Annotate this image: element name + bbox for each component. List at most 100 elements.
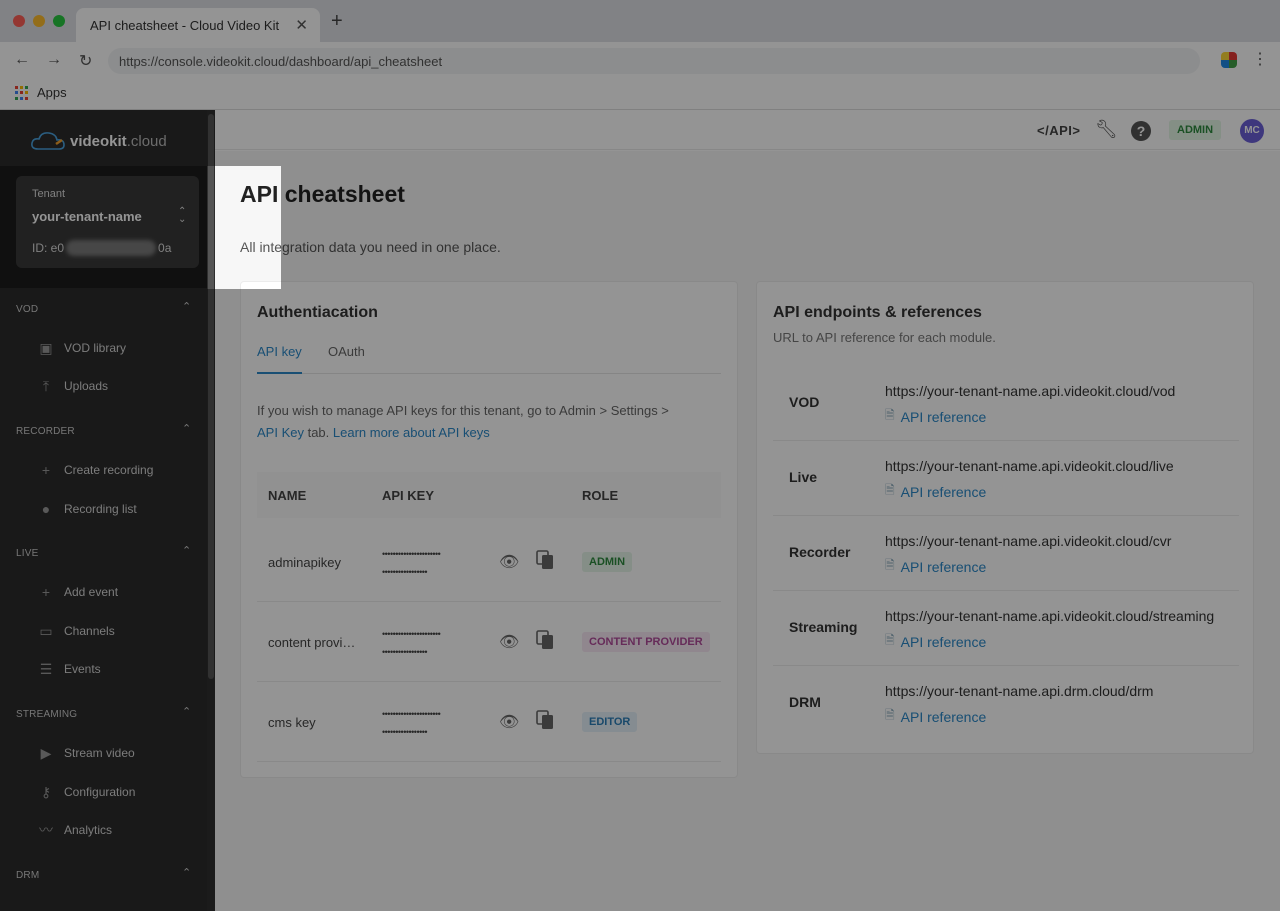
- play-circle-icon: ▶: [40, 744, 52, 761]
- plus-icon: +: [41, 462, 51, 478]
- apps-bookmark[interactable]: Apps: [37, 85, 67, 100]
- document-icon: 🗎︎: [885, 708, 895, 722]
- browser-tab-title: API cheatsheet - Cloud Video Kit: [90, 18, 280, 33]
- browser-tab-strip: API cheatsheet - Cloud Video Kit ✕ +: [0, 0, 1280, 42]
- sidebar-scrollbar[interactable]: [207, 110, 215, 911]
- cloud-logo-icon: [31, 132, 65, 150]
- table-row: cms key •••••••••••••••••••••• ••••••••••…: [257, 682, 721, 762]
- sidebar-scroll-thumb[interactable]: [208, 114, 214, 679]
- minimize-window-button[interactable]: [33, 15, 45, 27]
- nav-section-drm: DRM: [16, 870, 40, 881]
- api-key-tab-link[interactable]: API Key: [257, 425, 304, 440]
- address-bar-url: https://console.videokit.cloud/dashboard…: [119, 54, 443, 69]
- endpoint-url: https://your-tenant-name.api.videokit.cl…: [885, 458, 1174, 474]
- help-icon[interactable]: ?: [1131, 121, 1151, 141]
- tenant-area: Tenant your-tenant-name ⌃ ⌄ ID: e0 0a: [0, 166, 207, 288]
- tab-api-key[interactable]: API key: [257, 344, 302, 374]
- sidebar-item-channels[interactable]: ▭ Channels: [36, 620, 114, 642]
- endpoint-row-vod: VOD https://your-tenant-name.api.videoki…: [773, 366, 1239, 441]
- sidebar-item-vod-library[interactable]: ▣ VOD library: [36, 337, 126, 359]
- endpoint-name: VOD: [789, 394, 820, 410]
- bookmarks-bar: Apps: [0, 80, 1280, 110]
- api-reference-link[interactable]: 🗎︎ API reference: [885, 481, 986, 502]
- reload-icon[interactable]: ↻: [79, 51, 92, 71]
- admin-badge: ADMIN: [1169, 120, 1222, 140]
- sidebar-item-configuration[interactable]: ⚷ Configuration: [36, 781, 136, 803]
- api-code-link[interactable]: </API>: [1037, 123, 1080, 138]
- api-reference-link[interactable]: 🗎︎ API reference: [885, 556, 986, 577]
- sidebar-item-uploads[interactable]: ⤒ Uploads: [36, 375, 108, 397]
- sidebar-item-create-recording[interactable]: + Create recording: [36, 459, 153, 481]
- page-subtitle: All integration data you need in one pla…: [240, 239, 501, 255]
- sidebar-item-add-event[interactable]: + Add event: [36, 581, 118, 603]
- endpoint-url: https://your-tenant-name.api.videokit.cl…: [885, 383, 1176, 399]
- column-header-role: ROLE: [582, 488, 619, 503]
- new-tab-button[interactable]: +: [331, 11, 343, 31]
- browser-tab[interactable]: API cheatsheet - Cloud Video Kit ✕: [76, 8, 320, 42]
- maximize-window-button[interactable]: [53, 15, 65, 27]
- document-icon: 🗎︎: [885, 558, 895, 572]
- eye-icon[interactable]: 👁︎: [499, 632, 519, 652]
- endpoint-name: Recorder: [789, 544, 851, 560]
- nav-section-recorder: RECORDER: [16, 426, 75, 437]
- masked-api-key: •••••••••••••••••••••• •••••••••••••••••: [382, 549, 441, 577]
- close-window-button[interactable]: [13, 15, 25, 27]
- chevron-up-icon[interactable]: ⌃: [182, 866, 191, 879]
- nav-section-streaming: STREAMING: [16, 709, 78, 720]
- monitor-icon: ▭: [39, 622, 53, 639]
- close-tab-icon[interactable]: ✕: [295, 16, 308, 34]
- browser-menu-icon[interactable]: ⋮: [1252, 49, 1268, 69]
- forward-arrow-icon[interactable]: →: [46, 51, 62, 69]
- sidebar: videokit.cloud Tenant your-tenant-name ⌃…: [0, 110, 215, 911]
- key-name: adminapikey: [268, 555, 341, 570]
- auth-info-text: If you wish to manage API keys for this …: [257, 403, 669, 440]
- browser-toolbar: ← → ↻ https://console.videokit.cloud/das…: [0, 42, 1280, 80]
- avatar[interactable]: MC: [1240, 119, 1264, 143]
- chevron-up-icon[interactable]: ⌃: [182, 544, 191, 557]
- auth-tabs: API key OAuth: [257, 344, 721, 374]
- tenant-name: your-tenant-name: [32, 209, 142, 224]
- sidebar-item-recording-list[interactable]: ● Recording list: [36, 498, 137, 520]
- endpoint-url: https://your-tenant-name.api.videokit.cl…: [885, 608, 1215, 624]
- wrench-icon[interactable]: 🔧︎: [1095, 119, 1118, 140]
- apps-grid-icon[interactable]: [15, 86, 29, 100]
- extension-icon[interactable]: [1221, 52, 1237, 68]
- sidebar-item-analytics[interactable]: 〰 Analytics: [36, 819, 112, 841]
- logo-text: videokit.cloud: [70, 133, 167, 150]
- learn-more-api-keys-link[interactable]: Learn more about API keys: [333, 425, 490, 440]
- sidebar-item-stream-video[interactable]: ▶ Stream video: [36, 742, 135, 764]
- endpoint-row-streaming: Streaming https://your-tenant-name.api.v…: [773, 591, 1239, 666]
- api-endpoints-card: API endpoints & references URL to API re…: [756, 281, 1254, 754]
- eye-icon[interactable]: 👁︎: [499, 712, 519, 732]
- chevron-up-icon[interactable]: ⌃: [182, 422, 191, 435]
- tab-oauth[interactable]: OAuth: [328, 344, 365, 374]
- key-name: cms key: [268, 715, 316, 730]
- chevron-up-down-icon[interactable]: ⌃ ⌄: [178, 207, 186, 225]
- copy-icon[interactable]: [536, 710, 554, 730]
- api-reference-link[interactable]: 🗎︎ API reference: [885, 631, 986, 652]
- top-bar: </API> 🔧︎ ? ADMIN MC: [215, 110, 1280, 150]
- record-dot-icon: ●: [41, 501, 51, 517]
- endpoint-name: DRM: [789, 694, 821, 710]
- chevron-up-icon[interactable]: ⌃: [182, 705, 191, 718]
- table-row: content provi… •••••••••••••••••••••• •••…: [257, 602, 721, 682]
- copy-icon[interactable]: [536, 550, 554, 570]
- tenant-switcher[interactable]: Tenant your-tenant-name ⌃ ⌄ ID: e0 0a: [16, 176, 199, 268]
- endpoint-url: https://your-tenant-name.api.videokit.cl…: [885, 533, 1172, 549]
- list-icon: ☰: [39, 660, 53, 677]
- copy-icon[interactable]: [536, 630, 554, 650]
- nav-section-live: LIVE: [16, 548, 39, 559]
- api-reference-link[interactable]: 🗎︎ API reference: [885, 706, 986, 727]
- eye-icon[interactable]: 👁︎: [499, 552, 519, 572]
- api-reference-link[interactable]: 🗎︎ API reference: [885, 406, 986, 427]
- sidebar-item-events[interactable]: ☰ Events: [36, 658, 101, 680]
- back-arrow-icon[interactable]: ←: [14, 51, 30, 69]
- role-badge-editor: EDITOR: [582, 712, 638, 732]
- address-bar[interactable]: https://console.videokit.cloud/dashboard…: [108, 48, 1200, 74]
- vod-library-icon: ▣: [39, 339, 53, 356]
- api-endpoints-title: API endpoints & references: [773, 304, 982, 321]
- main-content: API cheatsheet All integration data you …: [215, 151, 1280, 911]
- tenant-label: Tenant: [32, 188, 66, 200]
- upload-icon: ⤒: [42, 377, 50, 394]
- chevron-up-icon[interactable]: ⌃: [182, 300, 191, 313]
